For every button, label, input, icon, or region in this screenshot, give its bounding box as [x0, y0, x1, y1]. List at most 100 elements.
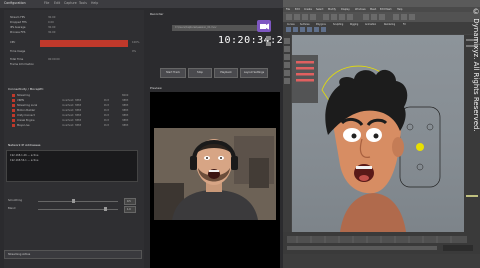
maya-menu-create[interactable]: Create [304, 8, 312, 11]
shelf-tab[interactable]: Rendering [384, 23, 395, 26]
config-row: Stream FPS [10, 16, 25, 19]
service-address: localhost: 3883 [62, 119, 82, 122]
config-value: 30.00 [48, 31, 56, 34]
stop-button[interactable]: Stop [188, 68, 212, 78]
maya-menu-display[interactable]: Display [341, 8, 350, 11]
service-port: 3883 [122, 99, 129, 102]
shelf-tab[interactable]: Animation [365, 23, 376, 26]
maya-command-line[interactable] [283, 254, 480, 268]
shelf-tab[interactable]: Sculpting [333, 23, 343, 26]
recorder-titlebar: Configuration File Edit Capture Tools He… [0, 0, 283, 8]
shelf-tab[interactable]: FX [403, 23, 406, 26]
smoothing-slider-handle[interactable] [72, 199, 75, 203]
maya-menu-modify[interactable]: Modify [328, 8, 336, 11]
service-port: 3883 [122, 114, 129, 117]
cpu-label: CPU [10, 41, 16, 44]
config-value: 30.00 [48, 26, 56, 29]
connectivity-header: Connectivity / MocapPC [8, 87, 44, 91]
service-port: 3883 [122, 124, 129, 127]
recording-path-field[interactable]: C:\Users\Captures\session_01.mov [172, 25, 259, 31]
shelf-tab[interactable]: Curves [287, 23, 295, 26]
smoothing-value-box[interactable]: 0.5 [124, 198, 136, 205]
service-name: Unreal Engine [17, 119, 35, 122]
service-port: 8000 [122, 94, 129, 97]
maya-menu-file[interactable]: File [286, 8, 290, 11]
service-name: VRPN [17, 99, 24, 102]
timecode-up-button[interactable] [266, 36, 271, 40]
start-track-button[interactable]: Start Track [160, 68, 186, 78]
service-checkbox[interactable] [12, 119, 15, 122]
ip-line: 192.168.1.46 — active [10, 154, 39, 157]
service-checkbox[interactable] [12, 124, 15, 127]
preview-label: Preview [150, 86, 162, 90]
menu-edit[interactable]: Edit [54, 1, 60, 5]
service-name: Streaming Local [17, 104, 38, 107]
maya-shelf: Curves Surfaces Polygons Sculpting Riggi… [283, 22, 480, 34]
service-checkbox[interactable] [12, 104, 15, 107]
service-proto: Port [104, 119, 109, 122]
maya-menu-windows[interactable]: Windows [355, 8, 366, 11]
service-proto: Port [104, 114, 109, 117]
service-name: Motion Builder [17, 109, 36, 112]
maya-viewport[interactable] [292, 35, 464, 232]
service-address: localhost: 3883 [62, 114, 82, 117]
maya-status-toolbar [283, 12, 480, 22]
timecode-down-button[interactable] [266, 42, 271, 46]
menu-file[interactable]: File [44, 1, 49, 5]
service-checkbox[interactable] [12, 94, 15, 97]
shelf-tab[interactable]: Rigging [350, 23, 358, 26]
menu-help[interactable]: Help [91, 1, 98, 5]
service-address: localhost: 3883 [62, 109, 82, 112]
maya-window: File Edit Create Select Modify Display W… [283, 0, 480, 268]
menu-capture[interactable]: Capture [64, 1, 77, 5]
maya-menu-help[interactable]: Help [397, 8, 402, 11]
service-port: 3883 [122, 119, 129, 122]
configuration-panel: Stream FPS 30.00 Dropped FPS 0.00 IPS Av… [4, 10, 144, 268]
cpu-value: 100% [132, 41, 140, 44]
blend-label: Blend [8, 207, 16, 210]
service-address: localhost: 3883 [62, 104, 82, 107]
shelf-tab[interactable]: Surfaces [300, 23, 309, 26]
smoothing-slider-track[interactable] [38, 201, 118, 202]
ip-address-list: 192.168.1.46 — active 192.168.56.1 — act… [6, 150, 138, 182]
shelf-tab[interactable]: Polygons [316, 23, 326, 26]
service-address: localhost: 3883 [62, 99, 82, 102]
config-row: Total Time [10, 58, 24, 61]
config-row: Process FPS [10, 31, 26, 34]
blend-value-box[interactable]: 1.0 [124, 206, 136, 213]
playback-button[interactable]: Playback [214, 68, 238, 78]
ip-header: Network IP Addresses [8, 143, 41, 147]
service-port: 3883 [122, 104, 129, 107]
timecode-display: 10:20:34:23 [218, 35, 290, 46]
config-row: Dropped FPS [10, 21, 27, 24]
maya-menu-mesh[interactable]: Mesh [370, 8, 376, 11]
service-name: Maya Live [17, 124, 30, 127]
config-value: 30.00 [48, 16, 56, 19]
service-checkbox[interactable] [12, 99, 15, 102]
copyright-watermark: © Dynamixyz. All Rights Reserved. [472, 8, 480, 132]
blend-slider-handle[interactable] [104, 207, 107, 211]
service-checkbox[interactable] [12, 109, 15, 112]
service-name: Streaming [17, 94, 30, 97]
menu-tools[interactable]: Tools [79, 1, 87, 5]
config-value: 0.00 [48, 21, 54, 24]
ip-line: 192.168.56.1 — active [10, 159, 39, 162]
maya-menu-edit[interactable]: Edit [295, 8, 300, 11]
config-value: 00:00:00 [48, 58, 60, 61]
recorder-window: Configuration File Edit Capture Tools He… [0, 0, 289, 268]
config-row: Frame Information [10, 63, 34, 66]
maya-toolbox [283, 34, 291, 234]
service-name: Unity Connect [17, 114, 35, 117]
service-checkbox[interactable] [12, 114, 15, 117]
smoothing-label: Smoothing [8, 199, 23, 202]
layout-settings-button[interactable]: Layout Settings [240, 68, 268, 78]
maya-menu-select[interactable]: Select [316, 8, 323, 11]
service-address: localhost: 3883 [62, 124, 82, 127]
maya-timeline[interactable] [283, 232, 480, 254]
cpu-usage-bar [40, 40, 128, 47]
config-value: 0% [132, 50, 137, 53]
maya-menu-edit-mesh[interactable]: Edit Mesh [380, 8, 392, 11]
config-row: Time Usage [10, 50, 26, 53]
recorder-label: Recorder [150, 12, 164, 16]
camera-icon[interactable] [257, 20, 271, 32]
